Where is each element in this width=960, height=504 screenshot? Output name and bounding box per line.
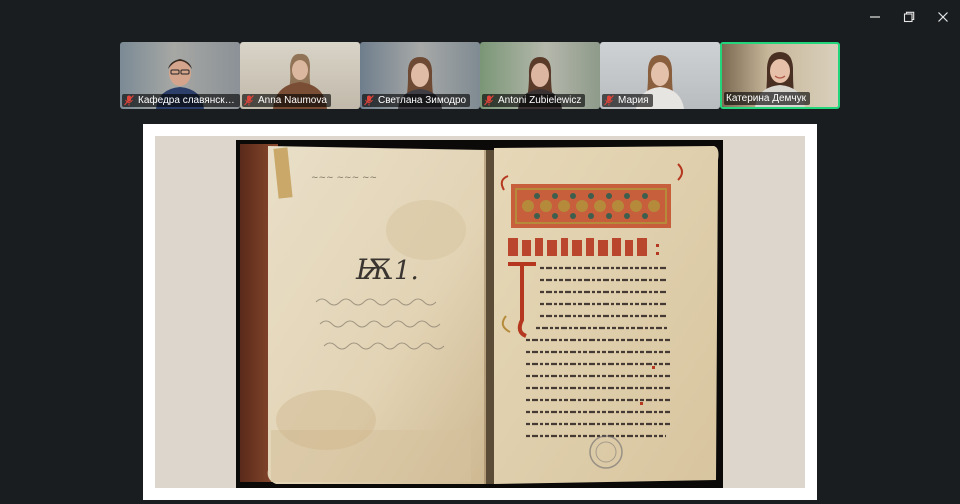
maximize-button[interactable] [892, 0, 926, 34]
participant-name-bar: Светлана Зимодро [362, 94, 471, 107]
maximize-icon [903, 11, 915, 23]
participant-name-bar: Мария [602, 94, 653, 107]
participant-name: Светлана Зимодро [378, 95, 467, 106]
manuscript-note: Ѭ [355, 253, 394, 286]
participant-name: Antoni Zubielewicz [498, 95, 582, 106]
muted-mic-icon [484, 95, 494, 106]
participant-name: Кафедра славянской ... [138, 95, 236, 106]
participant-tile[interactable]: Antoni Zubielewicz [480, 42, 600, 109]
participant-name: Anna Naumova [258, 95, 327, 106]
muted-mic-icon [244, 95, 254, 106]
participant-tile[interactable]: Светлана Зимодро [360, 42, 480, 109]
participant-name-bar: Anna Naumova [242, 94, 331, 107]
participant-tile[interactable]: Мария [600, 42, 720, 109]
minimize-button[interactable] [858, 0, 892, 34]
manuscript-photo: ~~~ ~~~ ~~ Ѭ 1. [240, 144, 719, 484]
participant-tile[interactable]: Кафедра славянской ... [120, 42, 240, 109]
window-controls [858, 0, 960, 34]
participant-name-bar: Кафедра славянской ... [122, 94, 240, 107]
shared-screen: ~~~ ~~~ ~~ Ѭ 1. [143, 124, 817, 500]
participant-name-bar: Antoni Zubielewicz [482, 94, 586, 107]
manuscript-image: ~~~ ~~~ ~~ Ѭ 1. [236, 140, 723, 488]
participant-strip: Кафедра славянской ... Anna Naumova Свет… [120, 42, 840, 109]
participant-name-bar: Катерина Демчук [724, 92, 810, 105]
svg-text:~~~ ~~~ ~~: ~~~ ~~~ ~~ [311, 173, 377, 183]
manuscript-title-line [508, 238, 647, 256]
manuscript-note: 1. [394, 256, 419, 286]
muted-mic-icon [364, 95, 374, 106]
close-button[interactable] [926, 0, 960, 34]
muted-mic-icon [124, 95, 134, 106]
participant-tile[interactable]: Anna Naumova [240, 42, 360, 109]
participant-name: Мария [618, 95, 649, 106]
minimize-icon [870, 16, 880, 18]
muted-mic-icon [604, 95, 614, 106]
close-icon [938, 12, 948, 22]
participant-tile-active-speaker[interactable]: Катерина Демчук [720, 42, 840, 109]
participant-name: Катерина Демчук [726, 93, 806, 104]
